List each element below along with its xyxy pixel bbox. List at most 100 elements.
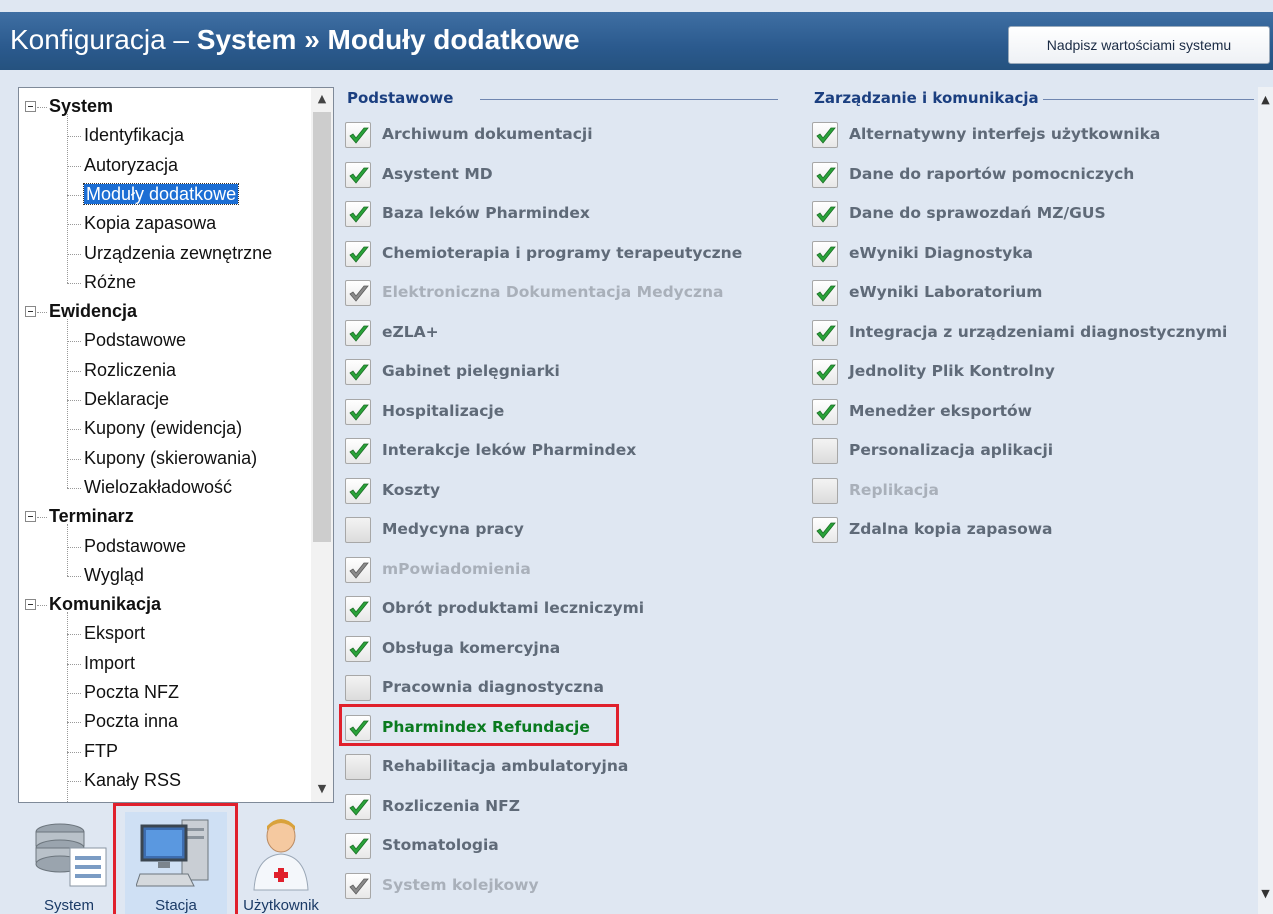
tree-scrollbar[interactable]: ▲ ▼	[311, 88, 333, 802]
tree-item-15[interactable]: Podstawowe	[84, 532, 186, 561]
module-checkbox[interactable]	[812, 162, 838, 188]
tree-item-label: Kupony (skierowania)	[84, 448, 258, 468]
modules-scroll-up-icon[interactable]: ▲	[1258, 93, 1273, 106]
module-label: Dane do raportów pomocniczych	[849, 165, 1135, 183]
tree-item-13[interactable]: Wielozakładowość	[84, 473, 232, 502]
checkmark-icon	[349, 838, 369, 855]
tree-item-11[interactable]: Kupony (ewidencja)	[84, 414, 242, 443]
module-checkbox[interactable]	[812, 201, 838, 227]
collapse-icon[interactable]	[25, 599, 36, 610]
tree-item-label: Poczta inna	[84, 711, 179, 731]
collapse-icon[interactable]	[25, 306, 36, 317]
checkmark-icon	[349, 641, 369, 658]
tree-item-label: System	[49, 96, 114, 116]
module-label: Chemioterapia i programy terapeutyczne	[382, 244, 743, 262]
tree-group-17[interactable]: Komunikacja	[49, 590, 161, 619]
module-checkbox[interactable]	[812, 122, 838, 148]
modules-scrollbar[interactable]: ▲ ▼	[1258, 87, 1273, 914]
tree-item-23[interactable]: Kanały RSS	[84, 766, 181, 795]
collapse-icon[interactable]	[25, 101, 36, 112]
tree-item-3[interactable]: Moduły dodatkowe	[82, 180, 240, 209]
module-checkbox[interactable]	[812, 359, 838, 385]
tree-item-label: Wygląd	[84, 565, 144, 585]
module-checkbox[interactable]	[812, 478, 838, 504]
tree-item-label: Różne	[84, 272, 137, 292]
tree-item-2[interactable]: Autoryzacja	[84, 151, 178, 180]
tree-item-6[interactable]: Różne	[84, 268, 136, 297]
override-with-system-values-button[interactable]: Nadpisz wartościami systemu	[1008, 26, 1270, 64]
module-checkbox[interactable]	[345, 320, 371, 346]
module-checkbox[interactable]	[345, 280, 371, 306]
tree-group-14[interactable]: Terminarz	[49, 502, 134, 531]
module-label: Pracownia diagnostyczna	[382, 678, 604, 696]
tree-item-label: Identyfikacja	[84, 125, 185, 145]
configuration-tree[interactable]: ▲ ▼ System Identyfikacja Autoryzacja Moduły…	[18, 87, 334, 803]
tree-item-16[interactable]: Wygląd	[84, 561, 144, 590]
module-label: Baza leków Pharmindex	[382, 204, 590, 222]
tree-item-1[interactable]: Identyfikacja	[84, 121, 184, 150]
tree-scrollbar-thumb[interactable]	[313, 112, 331, 542]
tree-item-label: Kupony (ewidencja)	[84, 418, 243, 438]
module-label: Obsługa komercyjna	[382, 639, 561, 657]
tree-item-8[interactable]: Podstawowe	[84, 326, 186, 355]
checkmark-icon	[349, 483, 369, 500]
tree-item-label: FTP	[84, 741, 118, 761]
module-checkbox[interactable]	[345, 399, 371, 425]
tree-group-7[interactable]: Ewidencja	[49, 297, 137, 326]
module-checkbox[interactable]	[345, 438, 371, 464]
module-checkbox[interactable]	[345, 873, 371, 899]
tree-item-19[interactable]: Import	[84, 649, 135, 678]
module-label: Alternatywny interfejs użytkownika	[849, 125, 1161, 143]
tree-item-label: Eksport	[84, 623, 146, 643]
module-checkbox[interactable]	[812, 280, 838, 306]
module-checkbox[interactable]	[345, 833, 371, 859]
module-checkbox[interactable]	[345, 201, 371, 227]
module-checkbox[interactable]	[812, 438, 838, 464]
checkmark-icon	[349, 443, 369, 460]
tree-item-21[interactable]: Poczta inna	[84, 707, 178, 736]
tree-item-5[interactable]: Urządzenia zewnętrzne	[84, 239, 272, 268]
tree-item-9[interactable]: Rozliczenia	[84, 356, 176, 385]
tree-item-4[interactable]: Kopia zapasowa	[84, 209, 216, 238]
module-checkbox[interactable]	[345, 596, 371, 622]
tree-group-0[interactable]: System	[49, 92, 113, 121]
module-label: Menedżer eksportów	[849, 402, 1032, 420]
module-checkbox[interactable]	[345, 162, 371, 188]
tile-uzytkownik[interactable]: Użytkownik	[230, 812, 332, 914]
scroll-up-arrow-icon[interactable]: ▲	[311, 92, 333, 105]
module-label: eZLA+	[382, 323, 439, 341]
module-checkbox[interactable]	[345, 517, 371, 543]
modules-scroll-down-icon[interactable]: ▼	[1258, 887, 1273, 900]
checkmark-icon	[349, 562, 369, 579]
module-checkbox[interactable]	[812, 320, 838, 346]
module-checkbox[interactable]	[345, 241, 371, 267]
module-label: System kolejkowy	[382, 876, 539, 894]
tree-item-10[interactable]: Deklaracje	[84, 385, 169, 414]
checkmark-icon	[816, 325, 836, 342]
module-checkbox[interactable]	[345, 675, 371, 701]
tree-item-12[interactable]: Kupony (skierowania)	[84, 444, 257, 473]
module-checkbox[interactable]	[345, 754, 371, 780]
tile-system[interactable]: System	[18, 812, 120, 914]
module-checkbox[interactable]	[345, 794, 371, 820]
tree-item-18[interactable]: Eksport	[84, 619, 145, 648]
tree-item-20[interactable]: Poczta NFZ	[84, 678, 179, 707]
module-checkbox[interactable]	[345, 122, 371, 148]
checkmark-icon	[816, 167, 836, 184]
module-checkbox[interactable]	[812, 241, 838, 267]
module-checkbox[interactable]	[345, 636, 371, 662]
tree-item-label: Kanały RSS	[84, 770, 182, 790]
module-checkbox[interactable]	[345, 359, 371, 385]
collapse-icon[interactable]	[25, 511, 36, 522]
module-checkbox[interactable]	[812, 399, 838, 425]
tree-item-label: Ewidencja	[49, 301, 138, 321]
tree-item-label: Deklaracje	[84, 389, 170, 409]
module-checkbox[interactable]	[812, 517, 838, 543]
tree-item-label: Rozliczenia	[84, 360, 177, 380]
tree-item-22[interactable]: FTP	[84, 737, 118, 766]
module-checkbox[interactable]	[345, 478, 371, 504]
scroll-down-arrow-icon[interactable]: ▼	[311, 782, 333, 795]
module-checkbox[interactable]	[345, 557, 371, 583]
module-label: eWyniki Laboratorium	[849, 283, 1043, 301]
module-label: Medycyna pracy	[382, 520, 524, 538]
